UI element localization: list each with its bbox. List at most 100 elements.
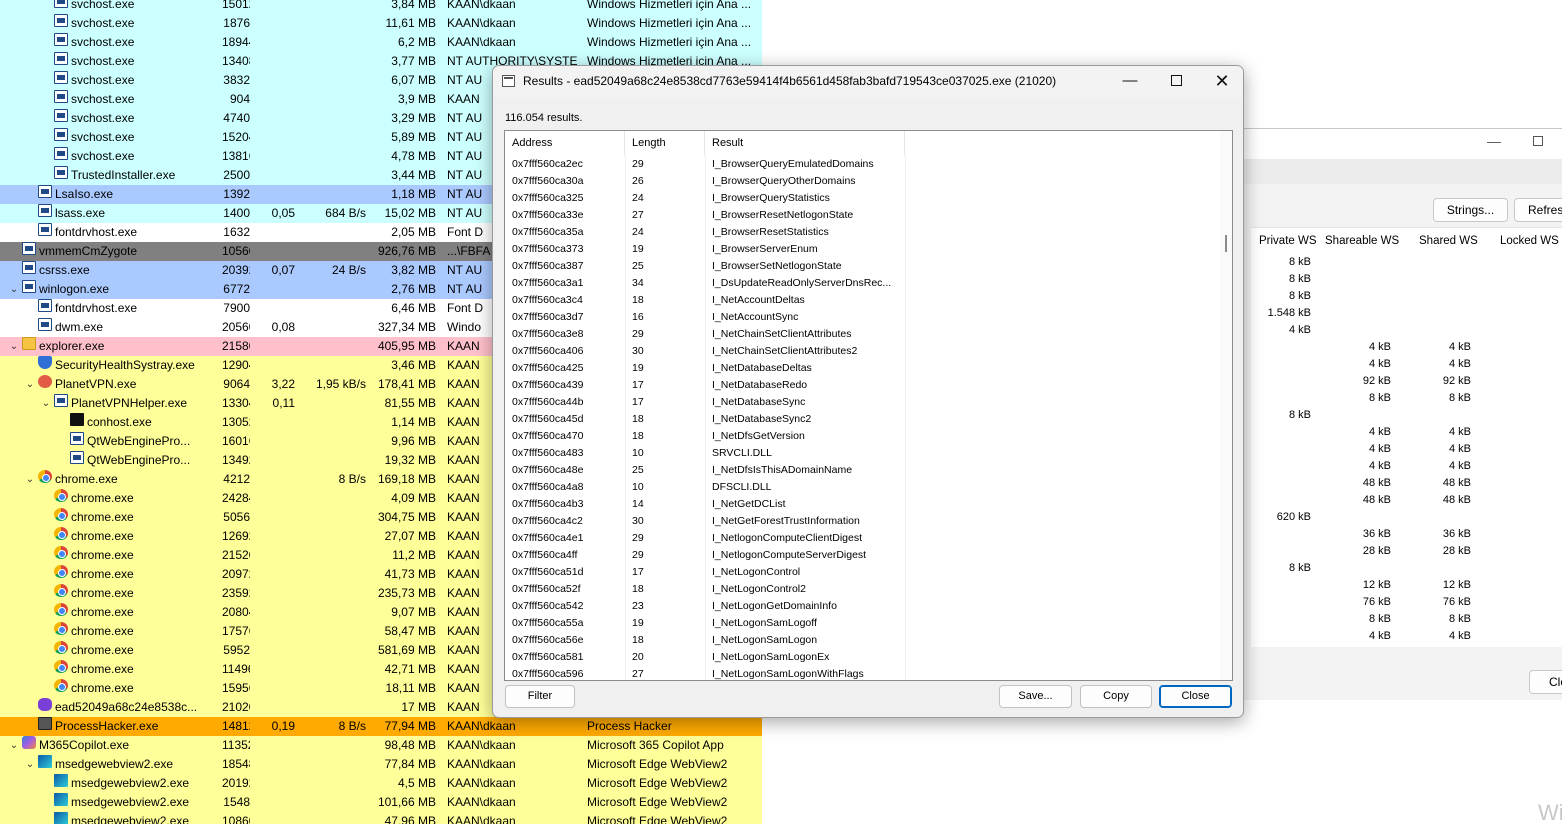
result-length: 10	[632, 447, 644, 459]
scrollbar-thumb[interactable]	[1225, 235, 1227, 252]
result-string: I_NetLogonSamLogoff	[712, 617, 817, 629]
maximize-icon[interactable]	[1533, 136, 1543, 146]
process-row[interactable]: ⌄ M365Copilot.exe 11352 98,48 MB KAAN\dkaan M…	[0, 736, 762, 755]
close-button[interactable]: Close	[1159, 685, 1232, 708]
process-row[interactable]: svchost.exe 15012 3,84 MB KAAN\dkaan Windows…	[0, 0, 762, 14]
process-name: chrome.exe	[71, 510, 134, 524]
minimize-button[interactable]: —	[1107, 66, 1153, 96]
refresh-button[interactable]: Refres	[1514, 198, 1562, 222]
svc-icon	[70, 432, 84, 445]
result-address: 0x7fff560ca4a8	[512, 481, 584, 493]
maximize-button[interactable]	[1153, 66, 1199, 96]
expand-chevron-icon[interactable]: ⌄	[24, 375, 36, 394]
process-row[interactable]: msedgewebview2.exe 1548 101,66 MB KAAN\dkaa…	[0, 793, 762, 812]
close-window-button[interactable]: ✕	[1199, 66, 1243, 96]
expand-chevron-icon[interactable]: ⌄	[40, 394, 52, 413]
result-row[interactable]: 0x7fff560ca373 19 I_BrowserServerEnum	[505, 241, 1220, 258]
result-string: I_BrowserQueryStatistics	[712, 192, 830, 204]
results-dialog: Results - ead52049a68c24e8538cd7763e5941…	[492, 65, 1244, 718]
result-row[interactable]: 0x7fff560ca4c2 30 I_NetGetForestTrustInfor…	[505, 513, 1220, 530]
result-row[interactable]: 0x7fff560ca56e 18 I_NetLogonSamLogon	[505, 632, 1220, 649]
process-row[interactable]: msedgewebview2.exe 20192 4,5 MB KAAN\dkaan M…	[0, 774, 762, 793]
result-row[interactable]: 0x7fff560ca52f 18 I_NetLogonControl2	[505, 581, 1220, 598]
column-shareable-ws[interactable]: Shareable WS	[1325, 235, 1399, 247]
process-name: svchost.exe	[71, 130, 135, 144]
process-pid: 9064	[223, 377, 250, 391]
process-io: 684 B/s	[325, 206, 366, 220]
result-row[interactable]: 0x7fff560ca581 20 I_NetLogonSamLogonEx	[505, 649, 1220, 666]
vertical-scrollbar[interactable]	[1220, 131, 1232, 680]
result-row[interactable]: 0x7fff560ca387 25 I_BrowserSetNetlogonStat…	[505, 258, 1220, 275]
result-row[interactable]: 0x7fff560ca51d 17 I_NetLogonControl	[505, 564, 1220, 581]
process-row[interactable]: ProcessHacker.exe 14812 0,19 8 B/s 77,94 MB K…	[0, 717, 762, 736]
result-row[interactable]: 0x7fff560ca2ec 29 I_BrowserQueryEmulatedDo…	[505, 156, 1220, 173]
result-row[interactable]: 0x7fff560ca3e8 29 I_NetChainSetClientAttri…	[505, 326, 1220, 343]
result-row[interactable]: 0x7fff560ca4b3 14 I_NetGetDCList	[505, 496, 1220, 513]
result-row[interactable]: 0x7fff560ca406 30 I_NetChainSetClientAttri…	[505, 343, 1220, 360]
result-row[interactable]: 0x7fff560ca542 23 I_NetLogonGetDomainInfo	[505, 598, 1220, 615]
column-address[interactable]: Address	[505, 131, 625, 155]
column-length[interactable]: Length	[625, 131, 705, 155]
column-result[interactable]: Result	[705, 131, 905, 155]
result-row[interactable]: 0x7fff560ca33e 27 I_BrowserResetNetlogonSt…	[505, 207, 1220, 224]
result-row[interactable]: 0x7fff560ca35a 24 I_BrowserResetStatistics	[505, 224, 1220, 241]
process-row[interactable]: msedgewebview2.exe 10860 47,96 MB KAAN\dkaa…	[0, 812, 762, 824]
memory-cell-shared: 36 kB	[1442, 528, 1471, 540]
minimize-icon[interactable]: —	[1487, 133, 1503, 149]
chrome-icon	[38, 470, 52, 483]
result-row[interactable]: 0x7fff560ca3a1 34 I_DsUpdateReadOnlyServer…	[505, 275, 1220, 292]
result-row[interactable]: 0x7fff560ca470 18 I_NetDfsGetVersion	[505, 428, 1220, 445]
process-name: PlanetVPN.exe	[55, 377, 137, 391]
result-string: I_NetLogonSamLogonEx	[712, 651, 830, 663]
process-pid: 13408	[222, 54, 250, 68]
result-string: I_NetGetForestTrustInformation	[712, 515, 860, 527]
process-row[interactable]: svchost.exe 1876 11,61 MB KAAN\dkaan Windows…	[0, 14, 762, 33]
m365-icon	[22, 736, 36, 749]
result-row[interactable]: 0x7fff560ca3d7 16 I_NetAccountSync	[505, 309, 1220, 326]
expand-chevron-icon[interactable]: ⌄	[8, 736, 20, 755]
result-row[interactable]: 0x7fff560ca439 17 I_NetDatabaseRedo	[505, 377, 1220, 394]
column-private-ws[interactable]: Private WS	[1259, 235, 1317, 247]
result-row[interactable]: 0x7fff560ca55a 19 I_NetLogonSamLogoff	[505, 615, 1220, 632]
process-row[interactable]: ⌄ msedgewebview2.exe 18548 77,84 MB KAAN\dka…	[0, 755, 762, 774]
result-row[interactable]: 0x7fff560ca425 19 I_NetDatabaseDeltas	[505, 360, 1220, 377]
result-row[interactable]: 0x7fff560ca483 10 SRVCLI.DLL	[505, 445, 1220, 462]
expand-chevron-icon[interactable]: ⌄	[24, 755, 36, 774]
process-name: msedgewebview2.exe	[71, 795, 190, 809]
expand-chevron-icon[interactable]: ⌄	[24, 470, 36, 489]
dialog-title-bar[interactable]: Results - ead52049a68c24e8538cd7763e5941…	[493, 66, 1243, 97]
result-row[interactable]: 0x7fff560ca4ff 29 I_NetlogonComputeServerD…	[505, 547, 1220, 564]
expand-chevron-icon[interactable]: ⌄	[8, 280, 20, 299]
result-row[interactable]: 0x7fff560ca45d 18 I_NetDatabaseSync2	[505, 411, 1220, 428]
filter-button[interactable]: Filter	[505, 685, 575, 708]
expand-chevron-icon[interactable]: ⌄	[8, 337, 20, 356]
result-address: 0x7fff560ca373	[512, 243, 584, 255]
result-row[interactable]: 0x7fff560ca48e 25 I_NetDfsIsThisADomainNam…	[505, 462, 1220, 479]
result-address: 0x7fff560ca542	[512, 600, 584, 612]
copy-button[interactable]: Copy	[1080, 685, 1152, 708]
process-row[interactable]: svchost.exe 18944 6,2 MB KAAN\dkaan Windows …	[0, 33, 762, 52]
memory-cell-shareable: 12 kB	[1362, 579, 1391, 591]
dialog-title: Results - ead52049a68c24e8538cd7763e5941…	[523, 74, 1057, 88]
process-name: chrome.exe	[71, 624, 134, 638]
result-row[interactable]: 0x7fff560ca3c4 18 I_NetAccountDeltas	[505, 292, 1220, 309]
results-list[interactable]: Address Length Result 0x7fff560ca2ec 29 I_…	[504, 130, 1233, 681]
strings-button[interactable]: Strings...	[1433, 198, 1508, 222]
chrome-icon	[54, 660, 68, 673]
chrome-icon	[54, 679, 68, 692]
result-row[interactable]: 0x7fff560ca44b 17 I_NetDatabaseSync	[505, 394, 1220, 411]
memory-regions-table[interactable]: Private WS Shareable WS Shared WS Locked…	[1251, 227, 1562, 647]
result-row[interactable]: 0x7fff560ca596 27 I_NetLogonSamLogonWithFl…	[505, 666, 1220, 680]
column-locked-ws[interactable]: Locked WS	[1500, 235, 1559, 247]
result-row[interactable]: 0x7fff560ca325 24 I_BrowserQueryStatistics	[505, 190, 1220, 207]
save-button[interactable]: Save...	[999, 685, 1072, 708]
memory-cell-shareable: 36 kB	[1362, 528, 1391, 540]
process-memory: 4,78 MB	[391, 149, 436, 163]
properties-close-button[interactable]: Clo	[1529, 670, 1562, 694]
result-row[interactable]: 0x7fff560ca4e1 29 I_NetlogonComputeClientD…	[505, 530, 1220, 547]
process-description: Microsoft Edge WebView2	[587, 795, 728, 809]
column-shared-ws[interactable]: Shared WS	[1419, 235, 1478, 247]
result-row[interactable]: 0x7fff560ca4a8 10 DFSCLI.DLL	[505, 479, 1220, 496]
result-row[interactable]: 0x7fff560ca30a 26 I_BrowserQueryOtherDomai…	[505, 173, 1220, 190]
result-string: I_NetDatabaseSync	[712, 396, 806, 408]
